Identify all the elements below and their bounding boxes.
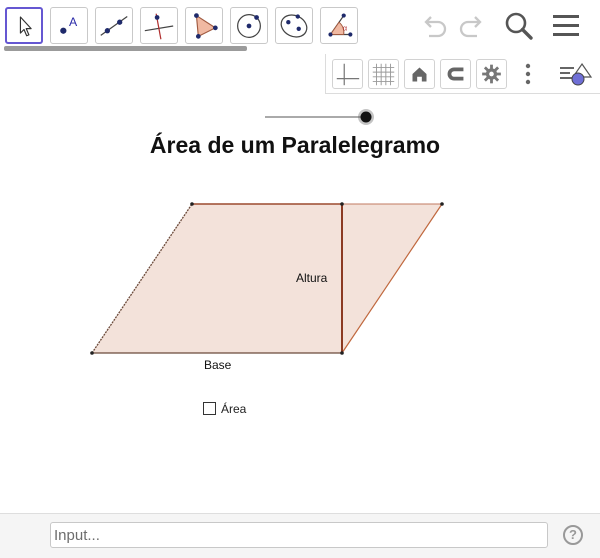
show-axes-button[interactable] — [332, 59, 363, 89]
toolbar: A α — [0, 0, 600, 52]
search-button[interactable] — [503, 10, 535, 42]
ellipse-icon — [280, 14, 308, 38]
axes-icon — [336, 63, 360, 86]
home-icon — [412, 67, 427, 82]
graphics-style-bar — [325, 54, 600, 94]
vertex-c — [440, 202, 444, 206]
toolbar-scrollbar[interactable] — [4, 46, 247, 51]
perpendicular-tool-button[interactable] — [140, 7, 178, 44]
circle-tool-button[interactable] — [230, 7, 268, 44]
line-through-points-icon — [100, 16, 128, 36]
graphics-settings-button[interactable] — [476, 59, 507, 89]
more-options-button[interactable] — [522, 59, 534, 89]
input-bar: ? — [0, 513, 600, 558]
polygon-tool-button[interactable] — [185, 7, 223, 44]
help-icon[interactable]: ? — [563, 525, 583, 545]
angle-icon: α — [328, 13, 353, 37]
point-tool-button[interactable]: A — [50, 7, 88, 44]
show-grid-button[interactable] — [368, 59, 399, 89]
redo-button[interactable] — [455, 10, 487, 42]
more-icon — [525, 63, 531, 85]
settings-icon — [482, 64, 501, 84]
undo-icon — [424, 16, 447, 38]
search-icon — [505, 12, 533, 40]
point-capturing-button[interactable] — [440, 59, 471, 89]
vertex-a — [90, 351, 94, 355]
base-label: Base — [204, 358, 232, 372]
point-icon: A — [60, 15, 78, 34]
area-checkbox-box[interactable] — [203, 402, 216, 415]
area-checkbox-label[interactable]: Área — [221, 402, 246, 416]
move-tool-button[interactable] — [5, 7, 43, 44]
point-tool-label: A — [69, 15, 78, 29]
main-menu-button[interactable] — [550, 10, 582, 42]
construction-title: Área de um Paralelegramo — [149, 132, 441, 158]
cursor-arrow-icon — [19, 16, 32, 37]
slider-thumb — [360, 111, 372, 123]
height-label: Altura — [296, 271, 328, 285]
algebra-input-field[interactable] — [50, 522, 548, 548]
height-top-point — [340, 202, 344, 206]
circle-center-point-icon — [237, 14, 261, 38]
redo-icon — [459, 16, 482, 38]
style-bar-toggle-icon — [560, 62, 593, 86]
menu-icon — [553, 15, 579, 36]
line-tool-button[interactable] — [95, 7, 133, 44]
undo-button[interactable] — [419, 10, 451, 42]
grid-icon — [372, 63, 395, 86]
ellipse-tool-button[interactable] — [275, 7, 313, 44]
style-bar-toggle-button[interactable] — [558, 59, 594, 89]
standard-view-button[interactable] — [404, 59, 435, 89]
angle-tool-button[interactable]: α — [320, 7, 358, 44]
magnet-icon — [447, 67, 464, 81]
angle-tool-label: α — [343, 24, 348, 33]
vertex-d — [190, 202, 194, 206]
parallelogram-fill — [92, 204, 442, 353]
polygon-icon — [194, 13, 218, 39]
vertex-b — [340, 351, 344, 355]
perpendicular-line-icon — [144, 13, 174, 40]
